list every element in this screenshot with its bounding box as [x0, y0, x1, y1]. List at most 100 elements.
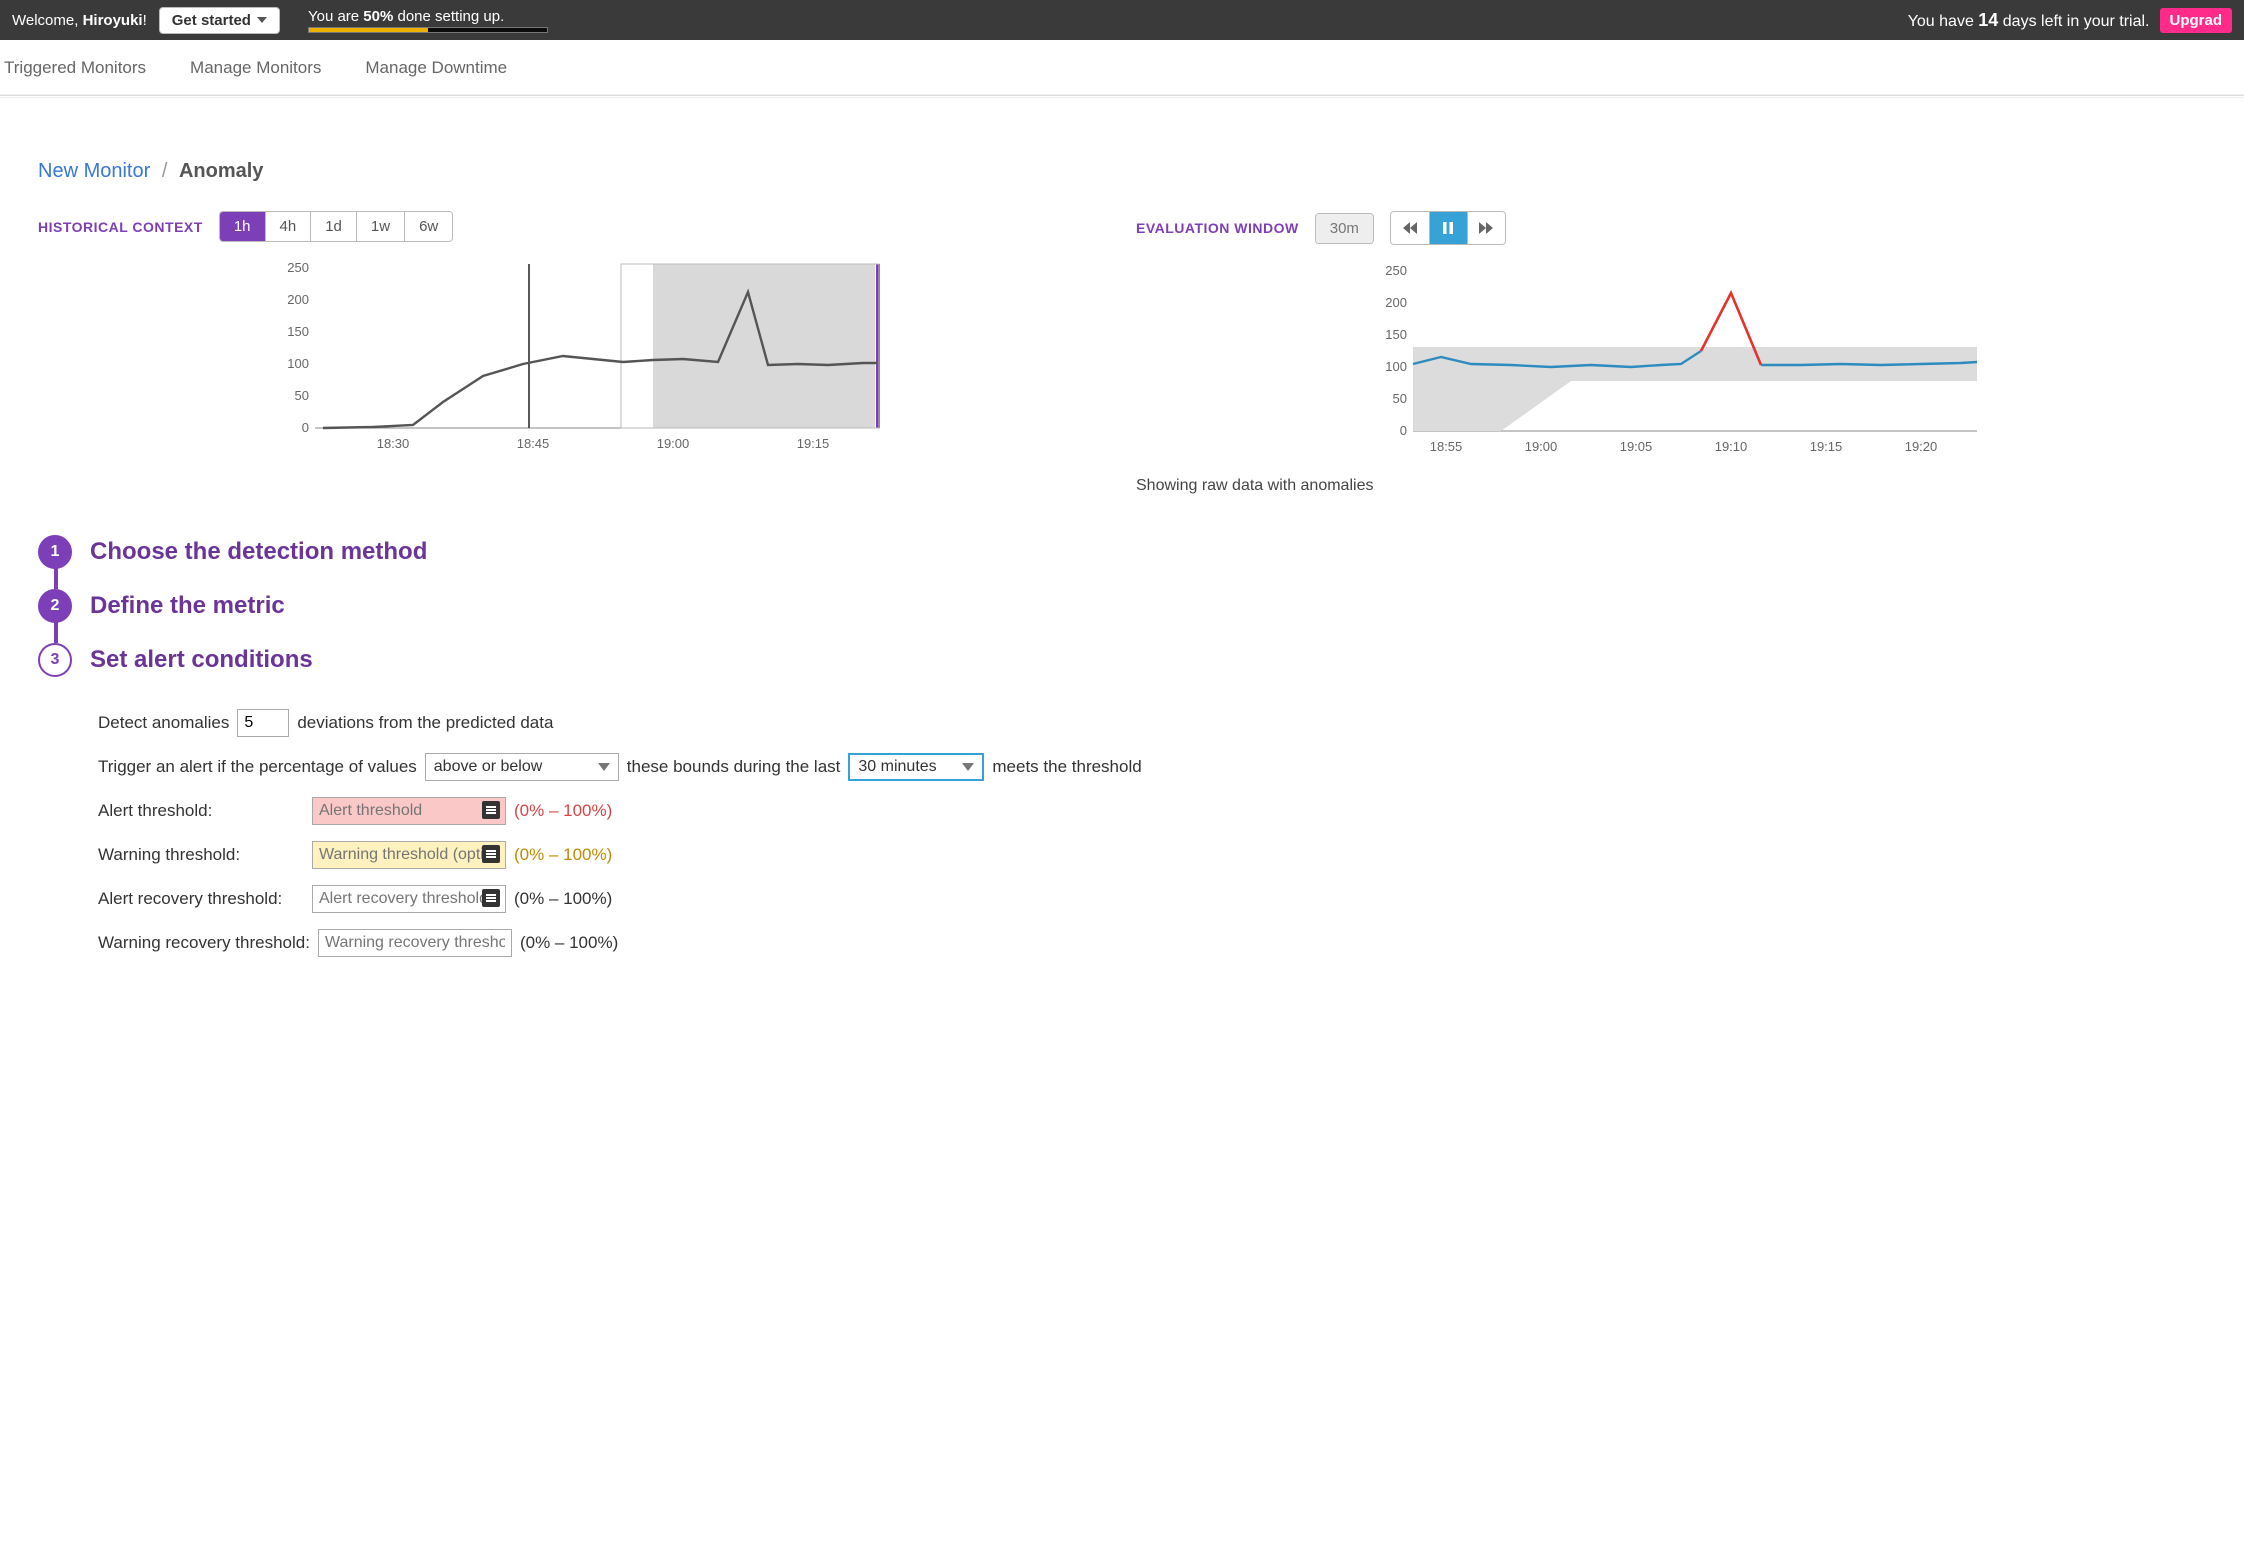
range-1w[interactable]: 1w: [357, 212, 405, 241]
welcome-prefix: Welcome,: [12, 12, 83, 29]
evaluation-chart[interactable]: 250 200 150 100 50 0: [1136, 255, 2206, 465]
breadcrumb-current: Anomaly: [179, 160, 263, 182]
range-1h[interactable]: 1h: [220, 212, 266, 241]
page-content: New Monitor / Anomaly HISTORICAL CONTEXT…: [0, 97, 2244, 1045]
breadcrumb-separator: /: [162, 160, 168, 182]
detect-suffix: deviations from the predicted data: [297, 713, 553, 733]
step-1[interactable]: 1 Choose the detection method: [38, 525, 2206, 579]
welcome-suffix: !: [143, 12, 147, 29]
svg-text:19:20: 19:20: [1905, 439, 1938, 454]
breadcrumb-parent[interactable]: New Monitor: [38, 160, 150, 182]
step-2-badge: 2: [38, 589, 72, 623]
subnav-manage-downtime[interactable]: Manage Downtime: [365, 58, 507, 78]
get-started-label: Get started: [172, 12, 251, 29]
upgrade-button[interactable]: Upgrad: [2160, 8, 2233, 33]
svg-text:19:10: 19:10: [1715, 439, 1748, 454]
svg-text:18:30: 18:30: [377, 436, 410, 451]
trigger-mid: these bounds during the last: [627, 757, 841, 777]
direction-value: above or below: [434, 758, 543, 776]
range-6w[interactable]: 6w: [405, 212, 452, 241]
row-alert-threshold: Alert threshold: (0% – 100%): [98, 789, 2206, 833]
range-4h[interactable]: 4h: [266, 212, 312, 241]
direction-select[interactable]: above or below: [425, 753, 619, 781]
step-connector: [54, 619, 58, 643]
svg-text:250: 250: [1385, 263, 1407, 278]
svg-text:19:05: 19:05: [1620, 439, 1653, 454]
welcome-name: Hiroyuki: [83, 12, 143, 29]
evaluation-range: 30m: [1315, 213, 1374, 244]
warning-threshold-label: Warning threshold:: [98, 845, 304, 865]
svg-text:250: 250: [287, 260, 309, 275]
historical-chart[interactable]: 250 200 150 100 50 0: [38, 252, 1108, 462]
svg-text:150: 150: [287, 324, 309, 339]
step-connector: [54, 565, 58, 589]
historical-context-card: HISTORICAL CONTEXT 1h 4h 1d 1w 6w 250 20…: [38, 211, 1108, 462]
alert-recovery-input[interactable]: [312, 885, 506, 913]
welcome-text: Welcome, Hiroyuki!: [12, 12, 147, 29]
alert-threshold-label: Alert threshold:: [98, 801, 304, 821]
rewind-button[interactable]: [1391, 212, 1429, 244]
warning-recovery-label: Warning recovery threshold:: [98, 933, 310, 953]
step-2-title: Define the metric: [90, 592, 285, 620]
row-warning-threshold: Warning threshold: (0% – 100%): [98, 833, 2206, 877]
forward-button[interactable]: [1467, 212, 1505, 244]
row-warning-recovery: Warning recovery threshold: (0% – 100%): [98, 921, 2206, 965]
svg-text:100: 100: [287, 356, 309, 371]
window-select[interactable]: 30 minutes: [848, 753, 984, 781]
window-value: 30 minutes: [858, 758, 936, 776]
caret-down-icon: [257, 17, 267, 23]
row-alert-recovery: Alert recovery threshold: (0% – 100%): [98, 877, 2206, 921]
svg-text:200: 200: [287, 292, 309, 307]
svg-text:100: 100: [1385, 359, 1407, 374]
svg-text:150: 150: [1385, 327, 1407, 342]
svg-text:18:45: 18:45: [517, 436, 550, 451]
range-1d[interactable]: 1d: [311, 212, 357, 241]
warning-threshold-input[interactable]: [312, 841, 506, 869]
steps: 1 Choose the detection method 2 Define t…: [38, 525, 2206, 687]
detect-prefix: Detect anomalies: [98, 713, 229, 733]
eval-range-30m: 30m: [1316, 214, 1373, 243]
warning-recovery-range: (0% – 100%): [520, 933, 618, 953]
step-3-title: Set alert conditions: [90, 646, 313, 674]
topbar: Welcome, Hiroyuki! Get started You are 5…: [0, 0, 2244, 40]
historical-range-segmented: 1h 4h 1d 1w 6w: [219, 211, 453, 242]
alert-recovery-range: (0% – 100%): [514, 889, 612, 909]
svg-text:19:00: 19:00: [1525, 439, 1558, 454]
trial-text: You have 14 days left in your trial.: [1908, 10, 2150, 31]
svg-text:19:00: 19:00: [657, 436, 690, 451]
trigger-prefix: Trigger an alert if the percentage of va…: [98, 757, 417, 777]
setup-progress: You are 50% done setting up.: [308, 8, 548, 33]
warning-threshold-range: (0% – 100%): [514, 845, 612, 865]
historical-context-title: HISTORICAL CONTEXT: [38, 219, 203, 235]
svg-text:19:15: 19:15: [1810, 439, 1843, 454]
alert-threshold-input[interactable]: [312, 797, 506, 825]
svg-text:200: 200: [1385, 295, 1407, 310]
trigger-suffix: meets the threshold: [992, 757, 1141, 777]
charts-row: HISTORICAL CONTEXT 1h 4h 1d 1w 6w 250 20…: [38, 211, 2206, 495]
row-detect: Detect anomalies deviations from the pre…: [98, 701, 2206, 745]
step-2[interactable]: 2 Define the metric: [38, 579, 2206, 633]
evaluation-window-card: EVALUATION WINDOW 30m 250 200 150 100: [1136, 211, 2206, 495]
subnav-manage-monitors[interactable]: Manage Monitors: [190, 58, 321, 78]
deviations-input[interactable]: [237, 709, 289, 737]
svg-text:50: 50: [295, 388, 309, 403]
evaluation-window-title: EVALUATION WINDOW: [1136, 220, 1299, 236]
subnav-triggered-monitors[interactable]: Triggered Monitors: [4, 58, 146, 78]
chevron-down-icon: [598, 763, 610, 771]
pause-button[interactable]: [1429, 212, 1467, 244]
step-1-badge: 1: [38, 535, 72, 569]
warning-recovery-input[interactable]: [318, 929, 512, 957]
svg-text:0: 0: [302, 420, 309, 435]
svg-text:0: 0: [1400, 423, 1407, 438]
setup-progress-fill: [309, 28, 428, 32]
chevron-down-icon: [962, 763, 974, 771]
row-trigger: Trigger an alert if the percentage of va…: [98, 745, 2206, 789]
evaluation-caption: Showing raw data with anomalies: [1136, 477, 2206, 495]
alert-recovery-label: Alert recovery threshold:: [98, 889, 304, 909]
step-3[interactable]: 3 Set alert conditions: [38, 633, 2206, 687]
setup-progress-bar: [308, 27, 548, 33]
get-started-button[interactable]: Get started: [159, 7, 280, 34]
breadcrumb: New Monitor / Anomaly: [38, 160, 2206, 183]
alert-conditions-form: Detect anomalies deviations from the pre…: [98, 701, 2206, 965]
svg-text:50: 50: [1393, 391, 1407, 406]
